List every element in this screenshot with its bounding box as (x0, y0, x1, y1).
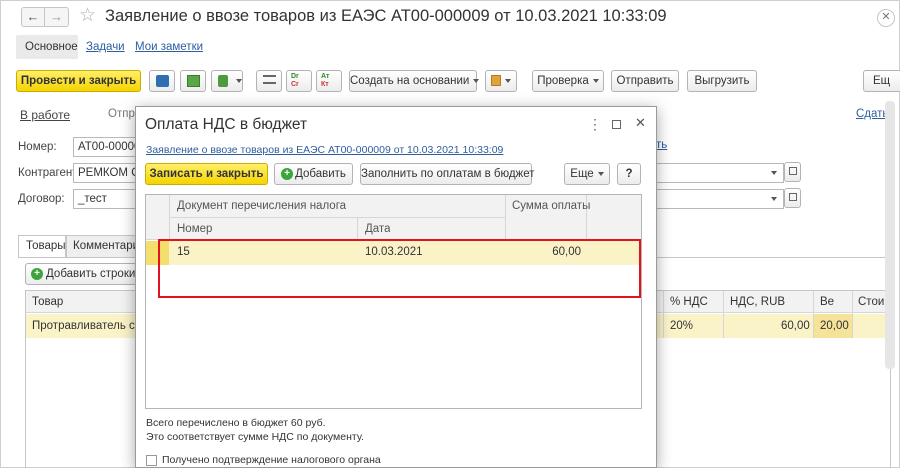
add-icon: + (281, 168, 293, 180)
col-weight: Ве (820, 296, 835, 308)
at-kt-button[interactable]: Ат Кт (316, 70, 342, 92)
list-icon (263, 75, 276, 84)
status-link[interactable]: В работе (20, 108, 70, 122)
vat-sum-cell: 60,00 (781, 320, 810, 332)
back-button[interactable]: ← (21, 7, 45, 27)
vat-rate-cell: 20% (670, 320, 694, 332)
col-payment-sum: Сумма оплаты (512, 200, 591, 212)
attachment-icon (491, 75, 501, 87)
contract-open-button[interactable] (784, 188, 801, 208)
dt-kt-button[interactable]: Dr Cr (286, 70, 312, 92)
check-button[interactable]: Проверка (532, 70, 604, 92)
tab-notes[interactable]: Мои заметки (135, 41, 203, 53)
dialog-document-link[interactable]: Заявление о ввозе товаров из ЕАЭС АТ00-0… (146, 144, 503, 156)
send-button[interactable]: Отправить (611, 70, 679, 92)
fill-by-payments-button[interactable]: Заполнить по оплатам в бюджет (360, 163, 535, 185)
save-icon (156, 75, 169, 87)
window-close-icon[interactable]: ✕ (877, 9, 895, 27)
open-icon (789, 167, 797, 175)
add-icon: + (31, 268, 43, 280)
open-icon (789, 193, 797, 201)
main-scrollbar[interactable] (885, 101, 895, 369)
header-divider (170, 217, 505, 218)
col-vat-sum: НДС, RUB (730, 296, 786, 308)
add-button[interactable]: + Добавить (274, 163, 353, 185)
contract-field-right[interactable] (656, 189, 784, 209)
dialog-menu-icon[interactable]: ⋮ (588, 116, 602, 133)
submit-link[interactable]: Сдать (856, 108, 888, 120)
tab-comments-label: Комментари (73, 240, 140, 252)
footer-total-text: Всего перечислено в бюджет 60 руб. (146, 417, 326, 429)
window-title: Заявление о ввозе товаров из ЕАЭС АТ00-0… (105, 7, 667, 25)
help-button[interactable]: ? (617, 163, 641, 185)
upload-button[interactable]: Выгрузить (687, 70, 757, 92)
attachments-button[interactable] (485, 70, 517, 92)
dialog-title: Оплата НДС в бюджет (145, 116, 308, 133)
col-divider (663, 291, 664, 338)
favorite-star-icon[interactable]: ☆ (79, 4, 96, 27)
create-based-on-button[interactable]: Создать на основании (349, 70, 480, 92)
save-button[interactable] (149, 70, 175, 92)
post-button[interactable] (180, 70, 206, 92)
weight-cell: 20,00 (820, 320, 849, 332)
post-doc-icon (187, 75, 200, 87)
more-button[interactable]: Ещ (863, 70, 900, 92)
col-number: Номер (177, 223, 213, 235)
dialog-more-button[interactable]: Еще (564, 163, 610, 185)
highlight-frame (158, 239, 641, 298)
add-rows-button[interactable]: + Добавить строки (25, 263, 137, 285)
col-goods: Товар (32, 296, 64, 308)
status-tail: Отпр (108, 108, 135, 120)
tab-goods-label: Товары (26, 240, 66, 252)
contractor-label: Контрагент: (18, 167, 81, 179)
tab-tasks[interactable]: Задачи (86, 41, 125, 53)
print-list-button[interactable] (256, 70, 282, 92)
confirmation-checkbox-label: Получено подтверждение налогового органа (162, 454, 381, 466)
forward-button[interactable]: → (45, 7, 69, 27)
col-date: Дата (365, 223, 391, 235)
contractor-open-button[interactable] (784, 162, 801, 182)
vat-payment-dialog: Оплата НДС в бюджет ⋮ ✕ Заявление о ввоз… (135, 106, 657, 468)
confirmation-checkbox[interactable] (146, 455, 157, 466)
structure-button[interactable] (211, 70, 243, 92)
right-link-fragment[interactable]: ть (656, 139, 667, 151)
contract-label: Договор: (18, 193, 65, 205)
col-group-tax-document: Документ перечисления налога (177, 200, 347, 212)
col-cost: Стои (858, 296, 885, 308)
dialog-close-icon[interactable]: ✕ (635, 115, 646, 131)
tab-main-label: Основное (25, 41, 78, 53)
contractor-field-right[interactable] (656, 163, 784, 183)
col-divider (723, 291, 724, 338)
goods-name-cell: Протравливатель семя (32, 320, 136, 332)
at-kt-icon: Ат Кт (321, 73, 330, 88)
col-divider (813, 291, 814, 338)
col-vat-rate: % НДС (670, 296, 708, 308)
dt-kt-icon: Dr Cr (291, 73, 299, 88)
footer-match-text: Это соответствует сумме НДС по документу… (146, 431, 364, 443)
number-label: Номер: (18, 141, 57, 153)
structure-icon (218, 75, 228, 87)
dialog-maximize-icon[interactable] (612, 120, 621, 129)
post-and-close-button[interactable]: Провести и закрыть (16, 70, 141, 92)
col-divider (852, 291, 853, 338)
save-and-close-button[interactable]: Записать и закрыть (145, 163, 268, 185)
